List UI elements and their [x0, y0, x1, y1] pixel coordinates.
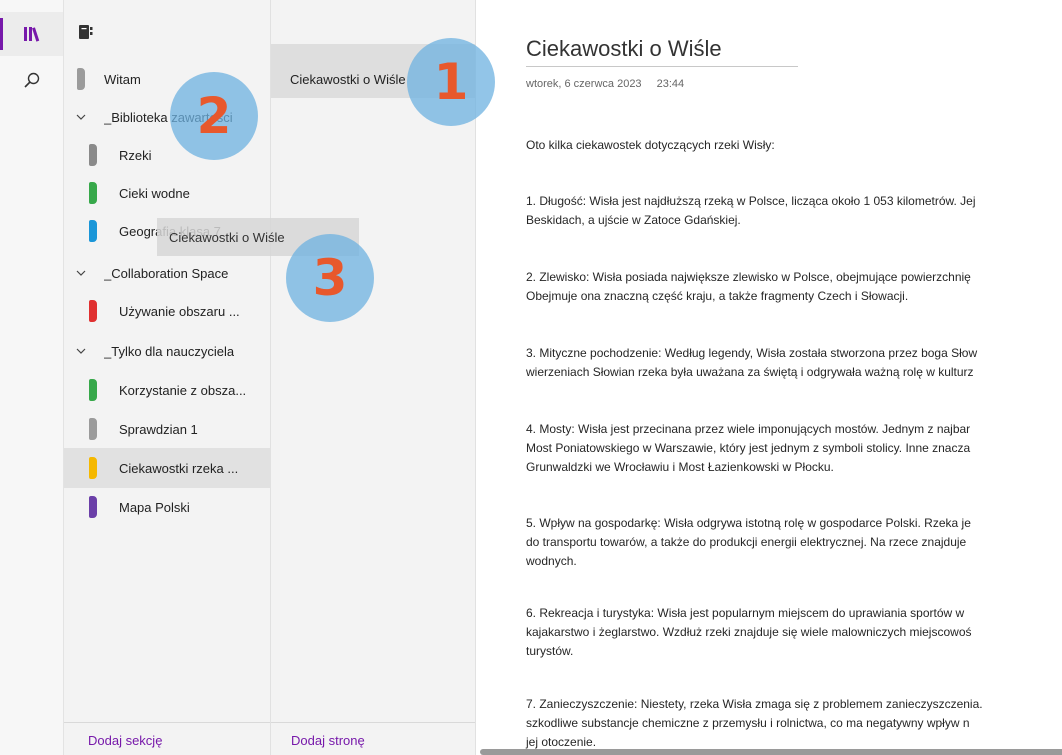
chevron-down-icon	[76, 270, 86, 276]
section-color-tab	[77, 68, 85, 90]
notebook-header	[64, 0, 270, 60]
section-label: Korzystanie z obsza...	[119, 382, 247, 398]
page-label: Ciekawostki o Wiśle	[290, 72, 406, 87]
section-color-tab	[89, 379, 97, 401]
section-uzywanie-obszaru[interactable]: Używanie obszaru ...	[64, 292, 270, 330]
title-underline	[526, 66, 798, 67]
pages-footer: Dodaj stronę	[271, 722, 475, 755]
paragraph-5[interactable]: 5. Wpływ na gospodarkę: Wisła odgrywa is…	[526, 514, 1062, 571]
section-label: Cieki wodne	[119, 185, 190, 201]
paragraph-4[interactable]: 4. Mosty: Wisła jest przecinana przez wi…	[526, 420, 1062, 477]
section-color-tab	[89, 457, 97, 479]
section-label: Sprawdzian 1	[119, 421, 198, 437]
add-section-button[interactable]: Dodaj sekcję	[88, 733, 162, 748]
search-button[interactable]	[0, 58, 63, 102]
page-date: wtorek, 6 czerwca 2023	[526, 78, 642, 90]
page-time: 23:44	[656, 78, 685, 90]
app-rail	[0, 0, 64, 755]
section-color-tab	[89, 182, 97, 204]
section-color-tab	[89, 496, 97, 518]
intro-paragraph[interactable]: Oto kilka ciekawostek dotyczących rzeki …	[526, 136, 1062, 155]
section-group-label: _Collaboration Space	[104, 265, 229, 281]
section-label: Witam	[104, 71, 141, 87]
step-number: 3	[312, 249, 348, 307]
section-ciekawostki-rzeka[interactable]: Ciekawostki rzeka ...	[64, 448, 270, 488]
chevron-down-icon	[76, 348, 86, 354]
drag-ghost-label: Ciekawostki o Wiśle	[169, 229, 285, 245]
section-cieki-wodne[interactable]: Cieki wodne	[64, 174, 270, 212]
group-collaboration-space[interactable]: _Collaboration Space	[64, 254, 270, 292]
library-icon	[23, 27, 39, 42]
notebook-icon	[79, 25, 93, 39]
section-sprawdzian-1[interactable]: Sprawdzian 1	[64, 410, 270, 448]
sections-footer: Dodaj sekcję	[64, 722, 270, 755]
section-label: Ciekawostki rzeka ...	[119, 460, 239, 476]
section-label: Używanie obszaru ...	[119, 303, 240, 319]
section-color-tab	[89, 220, 97, 242]
search-icon	[23, 72, 39, 88]
horizontal-scrollbar[interactable]	[480, 749, 1062, 755]
paragraph-1[interactable]: 1. Długość: Wisła jest najdłuższą rzeką …	[526, 192, 1062, 230]
section-color-tab	[89, 418, 97, 440]
notebook-switcher[interactable]	[78, 24, 94, 43]
chevron-down-icon	[76, 114, 86, 120]
section-label: Mapa Polski	[119, 499, 190, 515]
page-content[interactable]: Ciekawostki o Wiśle wtorek, 6 czerwca 20…	[476, 0, 1062, 755]
page-title[interactable]: Ciekawostki o Wiśle	[526, 36, 722, 62]
notebooks-button[interactable]	[0, 12, 63, 56]
step-marker-1: 1	[407, 38, 495, 126]
step-number: 1	[433, 53, 469, 111]
page-timestamp: wtorek, 6 czerwca 2023 23:44	[526, 78, 696, 90]
section-mapa-polski[interactable]: Mapa Polski	[64, 488, 270, 526]
step-number: 2	[196, 87, 232, 145]
paragraph-6[interactable]: 6. Rekreacja i turystyka: Wisła jest pop…	[526, 604, 1062, 661]
paragraph-2[interactable]: 2. Zlewisko: Wisła posiada największe zl…	[526, 268, 1062, 306]
section-korzystanie-z-obszaru[interactable]: Korzystanie z obsza...	[64, 371, 270, 409]
section-label: Rzeki	[119, 147, 152, 163]
step-marker-2: 2	[170, 72, 258, 160]
group-tylko-dla-nauczyciela[interactable]: _Tylko dla nauczyciela	[64, 332, 270, 370]
step-marker-3: 3	[286, 234, 374, 322]
paragraph-3[interactable]: 3. Mityczne pochodzenie: Według legendy,…	[526, 344, 1062, 382]
section-color-tab	[89, 300, 97, 322]
paragraph-7[interactable]: 7. Zanieczyszczenie: Niestety, rzeka Wis…	[526, 695, 1062, 752]
add-page-button[interactable]: Dodaj stronę	[291, 733, 365, 748]
section-color-tab	[89, 144, 97, 166]
section-group-label: _Tylko dla nauczyciela	[104, 343, 235, 359]
